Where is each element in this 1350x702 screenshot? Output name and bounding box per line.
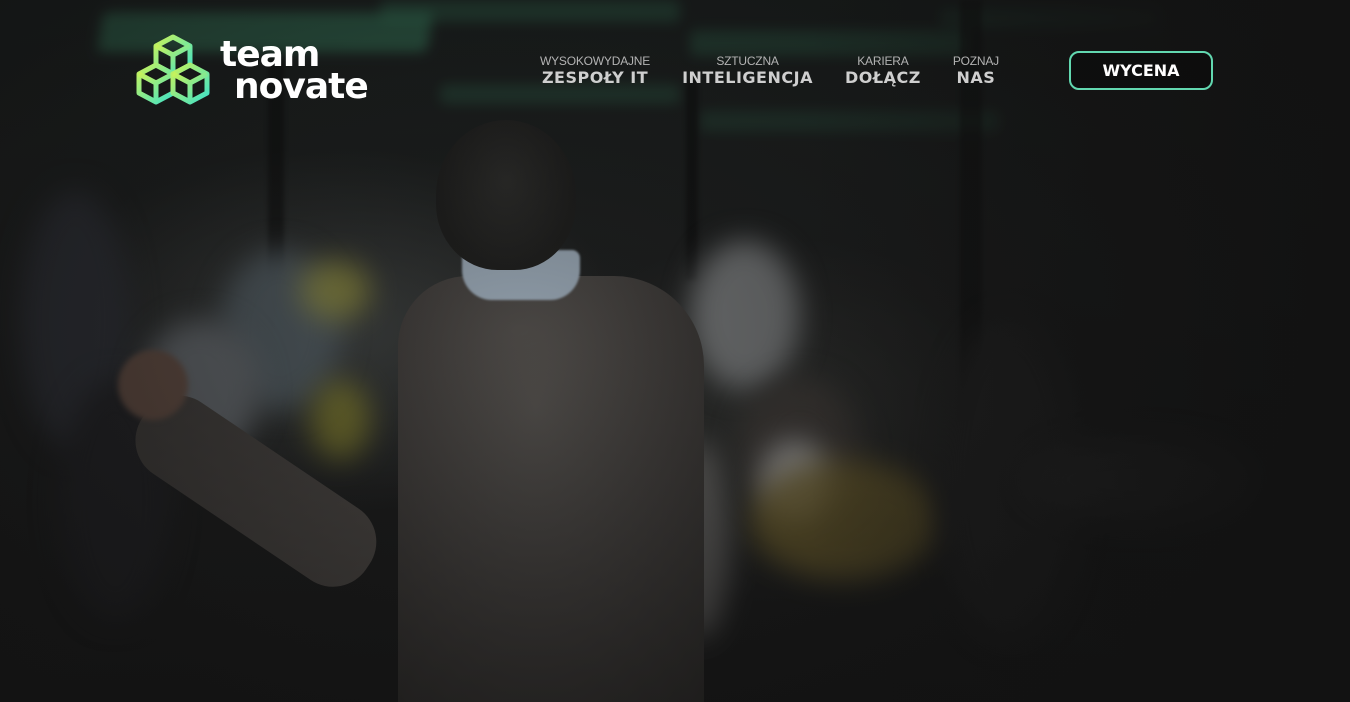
nav-item-zespoly-it[interactable]: WYSOKOWYDAJNE ZESPOŁY IT (540, 54, 650, 87)
nav-item-subtitle: SZTUCZNA (716, 54, 779, 68)
nav-item-title: INTELIGENCJA (682, 68, 813, 87)
wycena-button[interactable]: WYCENA (1069, 51, 1213, 90)
nav-item-subtitle: KARIERA (857, 54, 909, 68)
main-nav: WYSOKOWYDAJNE ZESPOŁY IT SZTUCZNA INTELI… (540, 54, 1031, 87)
cubes-logo-icon (136, 34, 210, 105)
logo-wordmark: team novate (220, 37, 369, 107)
page: team novate WYSOKOWYDAJNE ZESPOŁY IT SZT… (0, 0, 1350, 702)
logo-link[interactable]: team novate (136, 34, 369, 108)
nav-item-nas[interactable]: POZNAJ NAS (953, 54, 999, 87)
nav-item-subtitle: WYSOKOWYDAJNE (540, 54, 651, 68)
nav-item-title: DOŁĄCZ (844, 68, 921, 87)
logo-line-2: novate (234, 66, 369, 107)
nav-item-inteligencja[interactable]: SZTUCZNA INTELIGENCJA (682, 54, 813, 87)
nav-item-subtitle: POZNAJ (952, 54, 999, 68)
nav-item-title: ZESPOŁY IT (541, 68, 649, 87)
nav-item-title: NAS (956, 68, 996, 87)
nav-item-dolacz[interactable]: KARIERA DOŁĄCZ (845, 54, 921, 87)
